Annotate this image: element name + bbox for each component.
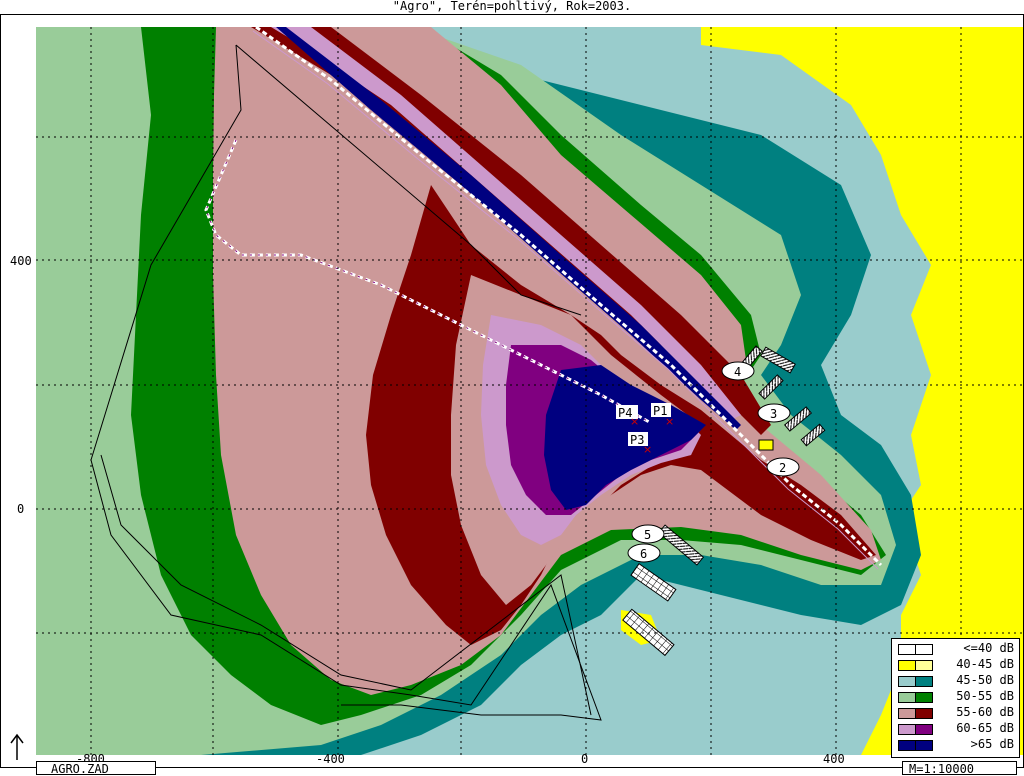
file-name-box: AGRO.ZAD	[36, 761, 156, 776]
y-tick-0: 0	[17, 502, 24, 516]
x-tick-minus-400: -400	[316, 752, 345, 766]
north-arrow-icon	[10, 733, 24, 760]
legend-swatch	[898, 676, 916, 687]
svg-text:4: 4	[734, 365, 741, 379]
legend-swatch	[915, 676, 933, 687]
legend-label: 60-65 dB	[956, 721, 1014, 735]
building-label-4[interactable]: 4	[721, 361, 755, 381]
legend-swatch	[915, 724, 933, 735]
receiver-cross-icon: ×	[643, 443, 652, 456]
legend: <=40 dB 40-45 dB 45-50 dB 50-55 dB 55-60 dB 6…	[891, 638, 1020, 758]
legend-label: <=40 dB	[963, 641, 1014, 655]
contour-bands	[36, 27, 1023, 755]
legend-swatch	[898, 692, 916, 703]
y-tick-400: 400	[10, 254, 32, 268]
svg-text:5: 5	[644, 528, 651, 542]
legend-item: <=40 dB	[898, 641, 1016, 655]
legend-label: 55-60 dB	[956, 705, 1014, 719]
map-title: "Agro", Terén=pohltivý, Rok=2003.	[392, 0, 632, 13]
legend-swatch	[898, 644, 916, 655]
legend-item: 45-50 dB	[898, 673, 1016, 687]
receiver-cross-icon: ×	[665, 415, 674, 428]
legend-item: 55-60 dB	[898, 705, 1016, 719]
legend-swatch	[898, 708, 916, 719]
svg-text:2: 2	[779, 461, 786, 475]
legend-item: >65 dB	[898, 737, 1016, 751]
svg-text:3: 3	[770, 407, 777, 421]
building-label-2[interactable]: 2	[766, 457, 800, 477]
scale-box: M=1:10000	[902, 761, 1017, 776]
x-tick-400: 400	[823, 752, 845, 766]
legend-label: 40-45 dB	[956, 657, 1014, 671]
building-label-5[interactable]: 5	[631, 524, 665, 544]
legend-swatch	[915, 740, 933, 751]
building-label-3[interactable]: 3	[757, 403, 791, 423]
legend-label: 50-55 dB	[956, 689, 1014, 703]
receiver-cross-icon: ×	[630, 415, 639, 428]
legend-item: 50-55 dB	[898, 689, 1016, 703]
building-label-6[interactable]: 6	[627, 543, 661, 563]
legend-swatch	[898, 724, 916, 735]
legend-swatch	[898, 660, 916, 671]
legend-swatch	[915, 708, 933, 719]
legend-item: 40-45 dB	[898, 657, 1016, 671]
noise-map: 400 0 -800 -400 0 400 P1 × P3 × P4 × 2 3	[10, 27, 1023, 766]
legend-item: 60-65 dB	[898, 721, 1016, 735]
legend-swatch	[915, 644, 933, 655]
legend-swatch	[898, 740, 916, 751]
legend-label: 45-50 dB	[956, 673, 1014, 687]
legend-swatch	[915, 692, 933, 703]
legend-swatch	[915, 660, 933, 671]
map-frame: 400 0 -800 -400 0 400 P1 × P3 × P4 × 2 3	[0, 14, 1024, 776]
legend-label: >65 dB	[970, 737, 1014, 751]
x-tick-0: 0	[581, 752, 588, 766]
svg-text:6: 6	[640, 547, 647, 561]
